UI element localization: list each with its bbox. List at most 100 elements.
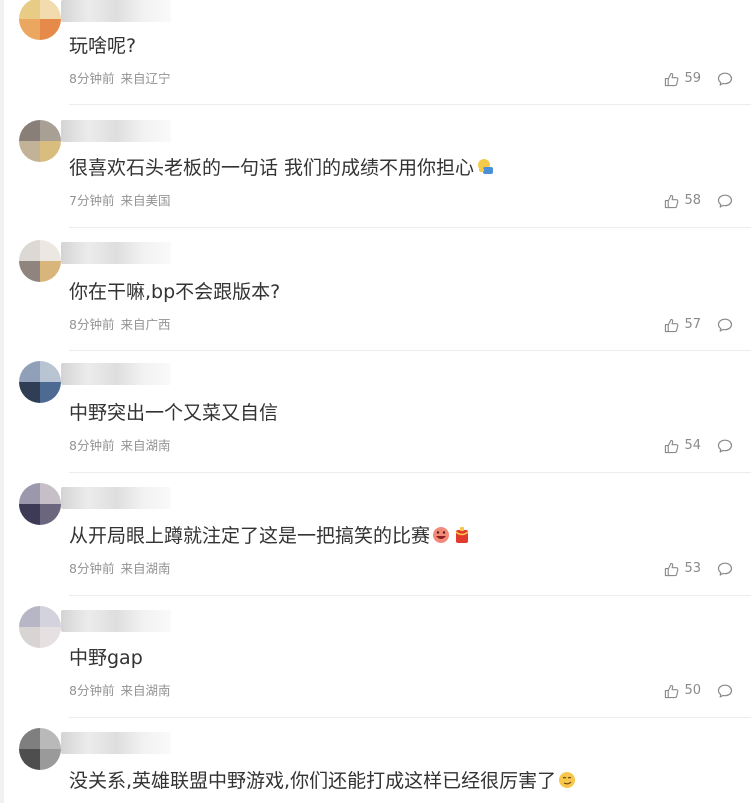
comment-location: 来自湖南 <box>120 561 171 576</box>
like-count: 59 <box>684 71 701 86</box>
username-blurred[interactable] <box>61 610 171 632</box>
like-count: 54 <box>684 438 701 453</box>
thumbs-up-icon <box>665 439 679 453</box>
comment-body: 中野突出一个又菜又自信 <box>69 402 279 424</box>
comment-item: 玩啥呢? 8分钟前 来自辽宁 59 <box>0 0 751 106</box>
avatar-pixel <box>19 749 40 770</box>
avatar-pixel <box>40 361 61 382</box>
avatar-pixel <box>40 627 61 648</box>
comment-location: 来自湖南 <box>120 438 171 453</box>
comment-meta: 8分钟前 来自广西 <box>69 317 170 333</box>
username-blurred[interactable] <box>61 0 171 22</box>
comment-reply-icon[interactable] <box>717 438 733 454</box>
like-button[interactable]: 59 <box>664 71 701 87</box>
comment-reply-icon[interactable] <box>717 193 733 209</box>
comment-meta: 7分钟前 来自美国 <box>69 193 170 209</box>
comment-location: 来自辽宁 <box>120 71 171 86</box>
comment-body: 你在干嘛,bp不会跟版本? <box>69 281 281 303</box>
comment-item: 很喜欢石头老板的一句话 我们的成绩不用你担心 7分钟前 来自美国 58 <box>0 106 751 228</box>
avatar-pixel <box>19 120 40 141</box>
like-button[interactable]: 50 <box>664 683 701 699</box>
thumbs-up-icon <box>665 562 679 576</box>
thumbs-up-icon <box>665 684 679 698</box>
smirk-emoji <box>559 772 576 788</box>
comment-text: 你在干嘛,bp不会跟版本? <box>69 280 280 304</box>
comment-meta: 8分钟前 来自湖南 <box>69 683 170 699</box>
username-blurred[interactable] <box>61 242 171 264</box>
avatar-pixel <box>19 483 40 504</box>
comment-body: 从开局眼上蹲就注定了这是一把搞笑的比赛 <box>69 525 431 547</box>
thumbs-up-icon <box>665 318 679 332</box>
avatar-pixel <box>19 728 40 749</box>
avatar[interactable] <box>19 0 61 40</box>
avatar[interactable] <box>19 483 61 525</box>
comment-text: 从开局眼上蹲就注定了这是一把搞笑的比赛 <box>69 524 472 548</box>
comment-time: 8分钟前 <box>69 438 115 453</box>
comment-text: 中野突出一个又菜又自信 <box>69 401 278 425</box>
avatar-pixel <box>40 728 61 749</box>
avatar-pixel <box>19 504 40 525</box>
avatar[interactable] <box>19 361 61 403</box>
avatar-pixel <box>40 240 61 261</box>
comment-body: 很喜欢石头老板的一句话 我们的成绩不用你担心 <box>69 157 475 179</box>
avatar-pixel <box>40 261 61 282</box>
comment-body: 玩啥呢? <box>69 35 137 57</box>
avatar-pixel <box>40 606 61 627</box>
red-packet-emoji <box>455 527 469 543</box>
like-count: 57 <box>684 317 701 332</box>
like-button[interactable]: 58 <box>664 193 701 209</box>
comment-reply-icon[interactable] <box>717 71 733 87</box>
comment-text: 中野gap <box>69 646 143 670</box>
comment-reply-icon[interactable] <box>717 683 733 699</box>
avatar[interactable] <box>19 120 61 162</box>
like-count: 58 <box>684 193 701 208</box>
comment-location: 来自湖南 <box>120 683 171 698</box>
like-button[interactable]: 54 <box>664 438 701 454</box>
facepalm-emoji <box>478 159 494 174</box>
avatar[interactable] <box>19 606 61 648</box>
username-blurred[interactable] <box>61 487 171 509</box>
comment-location: 来自美国 <box>120 193 171 208</box>
comment-item: 你在干嘛,bp不会跟版本? 8分钟前 来自广西 57 <box>0 228 751 351</box>
avatar-pixel <box>40 749 61 770</box>
username-blurred[interactable] <box>61 120 171 142</box>
avatar-pixel <box>19 19 40 40</box>
avatar-pixel <box>19 240 40 261</box>
comment-item: 中野突出一个又菜又自信 8分钟前 来自湖南 54 <box>0 351 751 473</box>
username-blurred[interactable] <box>61 363 171 385</box>
comment-meta: 8分钟前 来自湖南 <box>69 438 170 454</box>
comment-text: 很喜欢石头老板的一句话 我们的成绩不用你担心 <box>69 156 495 180</box>
avatar[interactable] <box>19 240 61 282</box>
avatar-pixel <box>19 0 40 19</box>
comment-text: 没关系,英雄联盟中野游戏,你们还能打成这样已经很厉害了 <box>69 769 577 793</box>
like-button[interactable]: 53 <box>664 561 701 577</box>
comment-item: 中野gap 8分钟前 来自湖南 50 <box>0 596 751 718</box>
avatar-pixel <box>19 627 40 648</box>
avatar-pixel <box>40 19 61 40</box>
comment-time: 8分钟前 <box>69 71 115 86</box>
avatar-pixel <box>40 141 61 162</box>
username-blurred[interactable] <box>61 732 171 754</box>
comment-body: 没关系,英雄联盟中野游戏,你们还能打成这样已经很厉害了 <box>69 770 557 792</box>
avatar-pixel <box>19 382 40 403</box>
thumbs-up-icon <box>665 194 679 208</box>
comment-reply-icon[interactable] <box>717 317 733 333</box>
avatar-pixel <box>19 361 40 382</box>
comment-item: 从开局眼上蹲就注定了这是一把搞笑的比赛 8分钟前 来自湖南 53 <box>0 473 751 596</box>
separator <box>69 104 751 105</box>
avatar-pixel <box>19 261 40 282</box>
like-count: 50 <box>684 683 701 698</box>
avatar-pixel <box>40 483 61 504</box>
comment-time: 8分钟前 <box>69 683 115 698</box>
comment-body: 中野gap <box>69 647 143 669</box>
comment-text: 玩啥呢? <box>69 34 136 58</box>
comment-meta: 8分钟前 来自湖南 <box>69 561 170 577</box>
like-count: 53 <box>684 561 701 576</box>
avatar[interactable] <box>19 728 61 770</box>
comment-meta: 8分钟前 来自辽宁 <box>69 71 170 87</box>
like-button[interactable]: 57 <box>664 317 701 333</box>
comment-time: 8分钟前 <box>69 317 115 332</box>
avatar-pixel <box>19 606 40 627</box>
comment-reply-icon[interactable] <box>717 561 733 577</box>
avatar-pixel <box>40 120 61 141</box>
